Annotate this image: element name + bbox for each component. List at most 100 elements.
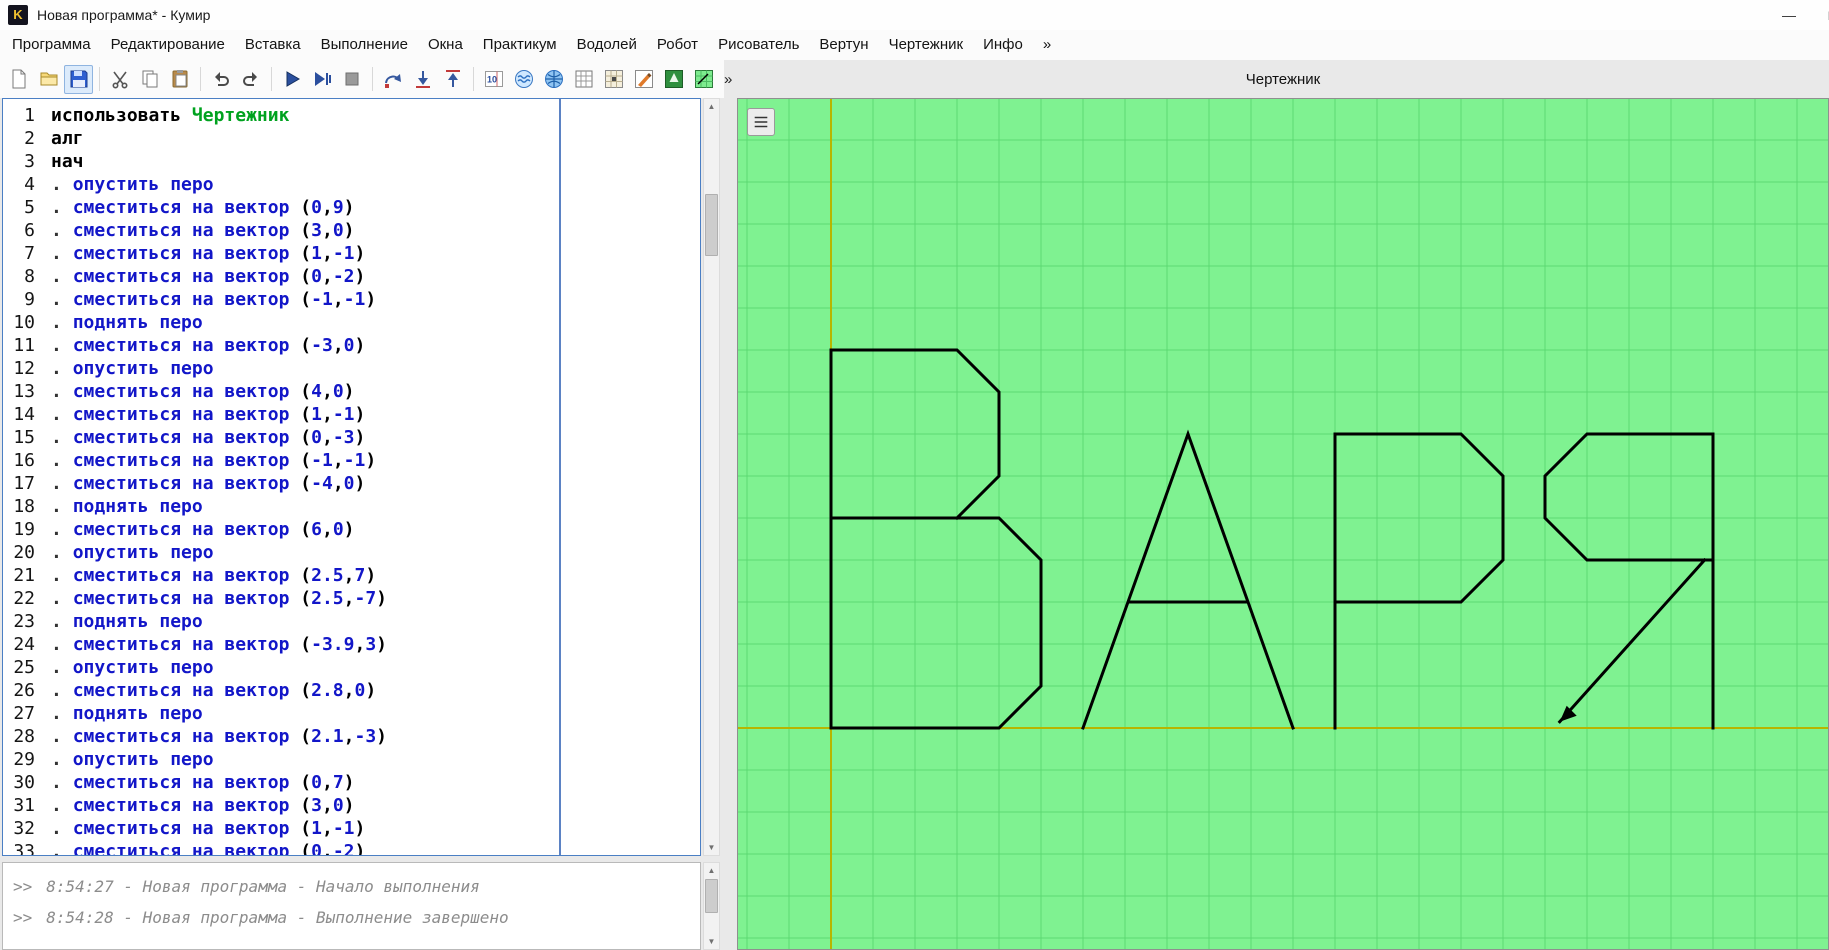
- menu-item-8[interactable]: Робот: [647, 30, 708, 60]
- code-line: 29. опустить перо: [3, 748, 700, 771]
- line-number: 6: [24, 220, 35, 241]
- new-file-icon: [9, 69, 29, 89]
- redo-button[interactable]: [236, 65, 265, 94]
- hamburger-icon: [754, 116, 768, 128]
- line-number: 16: [13, 450, 35, 471]
- console-text: 8:54:27 - Новая программа - Начало выпол…: [46, 877, 480, 896]
- save-button[interactable]: [64, 64, 93, 94]
- robot-window-button[interactable]: [599, 65, 628, 94]
- console-scrollbar-thumb[interactable]: [705, 879, 718, 913]
- scroll-down-icon[interactable]: ▼: [704, 840, 719, 855]
- paste-icon: [170, 69, 190, 89]
- paste-button[interactable]: [165, 65, 194, 94]
- menu-item-3[interactable]: Вставка: [235, 30, 311, 60]
- cut-button[interactable]: [105, 65, 134, 94]
- copy-icon: [140, 69, 160, 89]
- minimize-button[interactable]: —: [1767, 0, 1811, 30]
- step-over-button[interactable]: [378, 65, 407, 94]
- line-number: 28: [13, 726, 35, 747]
- stop-button[interactable]: [337, 65, 366, 94]
- code-line: 11. сместиться на вектор (-3,0): [3, 334, 700, 357]
- code-line: 6. сместиться на вектор (3,0): [3, 219, 700, 242]
- run-detailed-button[interactable]: [307, 65, 336, 94]
- toolbar-separator: [99, 67, 100, 91]
- editor-scrollbar-thumb[interactable]: [705, 194, 718, 256]
- code-line: 4. опустить перо: [3, 173, 700, 196]
- code-line: 8. сместиться на вектор (0,-2): [3, 265, 700, 288]
- menu-item-11[interactable]: Чертежник: [879, 30, 974, 60]
- toolbar-separator: [200, 67, 201, 91]
- drawer-menu-button[interactable]: [747, 108, 775, 136]
- redo-icon: [241, 69, 261, 89]
- line-number: 15: [13, 427, 35, 448]
- code-line: 25. опустить перо: [3, 656, 700, 679]
- menu-item-5[interactable]: Окна: [418, 30, 473, 60]
- code-editor[interactable]: 1 использовать Чертежник 2 алг 3 нач 4. опусти…: [2, 98, 701, 856]
- menu-item-4[interactable]: Выполнение: [311, 30, 418, 60]
- editor-scrollbar[interactable]: ▲ ▼: [703, 98, 720, 856]
- menu-item-7[interactable]: Водолей: [567, 30, 647, 60]
- step-out-button[interactable]: [438, 65, 467, 94]
- open-folder-icon: [39, 69, 59, 89]
- scroll-up-icon[interactable]: ▲: [704, 99, 719, 114]
- vertun-window-button[interactable]: [659, 65, 688, 94]
- drawer-window-button[interactable]: [689, 65, 718, 94]
- drawer-grid-icon: [694, 69, 714, 89]
- menu-item-2[interactable]: Редактирование: [101, 30, 235, 60]
- code-lines: 1 использовать Чертежник 2 алг 3 нач 4. опусти…: [3, 104, 700, 855]
- line-number: 4: [24, 174, 35, 195]
- painter-window-button[interactable]: [629, 65, 658, 94]
- vodoley-window-button[interactable]: [509, 65, 538, 94]
- code-line: 7. сместиться на вектор (1,-1): [3, 242, 700, 265]
- console-output[interactable]: >> 8:54:27 - Новая программа - Начало вып…: [2, 862, 701, 950]
- menu-item-10[interactable]: Вертун: [809, 30, 878, 60]
- console-prompt: >>: [13, 908, 33, 927]
- console-scrollbar[interactable]: ▲ ▼: [703, 862, 720, 950]
- code-line: 33. сместиться на вектор (0,-2): [3, 840, 700, 855]
- scroll-down-icon[interactable]: ▼: [704, 934, 719, 949]
- console-pane: >> 8:54:27 - Новая программа - Начало вып…: [2, 862, 720, 950]
- code-line: 15. сместиться на вектор (0,-3): [3, 426, 700, 449]
- line-number: 20: [13, 542, 35, 563]
- menu-item-1[interactable]: Программа: [2, 30, 101, 60]
- menu-bar: Программа Редактирование Вставка Выполнение…: [0, 30, 1829, 60]
- step-into-button[interactable]: [408, 65, 437, 94]
- undo-button[interactable]: [206, 65, 235, 94]
- code-line: 9. сместиться на вектор (-1,-1): [3, 288, 700, 311]
- new-file-button[interactable]: [4, 65, 33, 94]
- code-line: 28. сместиться на вектор (2.1,-3): [3, 725, 700, 748]
- scroll-up-icon[interactable]: ▲: [704, 863, 719, 878]
- field-window-button[interactable]: [569, 65, 598, 94]
- copy-button[interactable]: [135, 65, 164, 94]
- code-line: 16. сместиться на вектор (-1,-1): [3, 449, 700, 472]
- console-lines: >> 8:54:27 - Новая программа - Начало вып…: [3, 863, 700, 933]
- open-file-button[interactable]: [34, 65, 63, 94]
- menu-item-6[interactable]: Практикум: [473, 30, 567, 60]
- line-number: 23: [13, 611, 35, 632]
- step-over-icon: [383, 69, 403, 89]
- show-margin-button[interactable]: 10: [479, 65, 508, 94]
- run-step-icon: [312, 69, 332, 89]
- code-line: 3 нач: [3, 150, 700, 173]
- line-number: 31: [13, 795, 35, 816]
- menu-item-13[interactable]: »: [1033, 30, 1061, 60]
- world-window-button[interactable]: [539, 65, 568, 94]
- toolbar-overflow-button[interactable]: »: [719, 69, 737, 90]
- code-line: 26. сместиться на вектор (2.8,0): [3, 679, 700, 702]
- menu-item-9[interactable]: Рисователь: [708, 30, 809, 60]
- line-number: 13: [13, 381, 35, 402]
- code-line: 5. сместиться на вектор (0,9): [3, 196, 700, 219]
- pane-splitter[interactable]: [720, 98, 737, 950]
- run-button[interactable]: [277, 65, 306, 94]
- code-line: 13. сместиться на вектор (4,0): [3, 380, 700, 403]
- line-number: 8: [24, 266, 35, 287]
- code-line: 2 алг: [3, 127, 700, 150]
- run-icon: [282, 69, 302, 89]
- maximize-button[interactable]: □: [1811, 0, 1829, 30]
- drawer-canvas: [738, 99, 1828, 949]
- menu-item-12[interactable]: Инфо: [973, 30, 1033, 60]
- vertun-icon: [664, 69, 684, 89]
- line-number: 3: [24, 151, 35, 172]
- code-line: 23. поднять перо: [3, 610, 700, 633]
- editor-margin-separator: [559, 99, 561, 855]
